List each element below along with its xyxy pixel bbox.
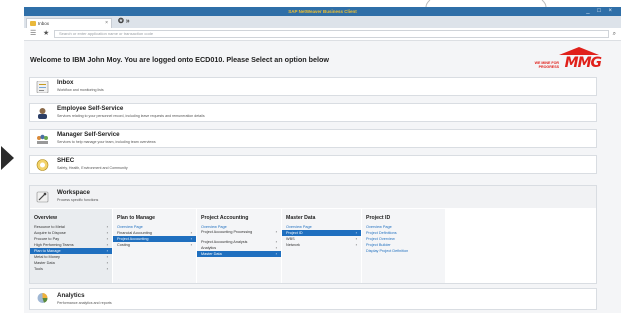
menu-item[interactable]: Network › — [282, 242, 361, 248]
workspace-tools-icon — [36, 191, 49, 203]
employee-icon — [38, 108, 47, 119]
workspace-panel: Workspace Process specific functions Ove… — [29, 185, 597, 284]
pointer-arrow — [1, 146, 14, 170]
tab-label: Inbox — [38, 21, 50, 26]
column-list: Resource to Metal › Acquire to Dispose › Pro… — [30, 224, 112, 272]
chevron-right-icon: › — [190, 242, 192, 247]
column-header: Project ID — [366, 215, 391, 221]
menu-item-label: Tools — [34, 267, 43, 271]
menu-item-label: Master Data — [201, 252, 222, 256]
chevron-right-icon: › — [106, 266, 108, 271]
chevron-right-icon: › — [275, 251, 277, 256]
toolbar: ☰ ★ Search or enter application name or … — [24, 28, 621, 41]
card-title: SHEC — [57, 157, 75, 164]
workspace-subtitle: Process specific functions — [57, 198, 99, 202]
mss-card[interactable]: Manager Self-Service Services to help ma… — [29, 129, 597, 148]
window-controls[interactable]: _ □ × — [586, 7, 615, 16]
column-overview: Overview Resource to Metal › Acquire to Di… — [30, 209, 112, 283]
tab-nav-controls[interactable]: ✪ » — [118, 17, 130, 27]
column-project-id: Project ID Overview Page Project Definiti… — [362, 209, 445, 283]
window-title: SAP NetWeaver Business Client — [288, 9, 357, 14]
menu-item-label: WBS — [286, 237, 295, 241]
menu-item-label: Overview Page — [117, 225, 143, 229]
close-tab-icon[interactable]: × — [105, 19, 108, 28]
inbox-card[interactable]: Inbox Workflow and monitoring lists — [29, 77, 597, 96]
menu-icon[interactable]: ☰ — [30, 28, 36, 40]
logo-brand: MMG — [564, 55, 602, 71]
title-bar: SAP NetWeaver Business Client _ □ × — [24, 7, 621, 16]
menu-item[interactable]: Costing › — [113, 242, 196, 248]
menu-item-label: Metal to Money — [34, 255, 60, 259]
menu-item-label: Plan to Manage — [34, 249, 61, 253]
menu-item-label: Overview Page — [366, 225, 392, 229]
menu-item-label: Overview Page — [201, 225, 227, 229]
card-title: Employee Self-Service — [57, 105, 124, 112]
menu-item-label: Project Builder — [366, 243, 391, 247]
menu-item-label: Overview Page — [286, 225, 312, 229]
card-subtitle: Workflow and monitoring lists — [57, 88, 104, 92]
menu-item-label: Project Accounting — [117, 237, 149, 241]
card-title: Analytics — [57, 292, 85, 299]
card-title: Manager Self-Service — [57, 131, 120, 138]
company-logo: WE MINE FOR PROGRESS MMG — [533, 45, 602, 71]
column-list: Overview Page Project Definitions Project … — [362, 224, 445, 254]
analytics-icon — [37, 293, 48, 303]
menu-item-label: High Performing Teams — [34, 243, 74, 247]
logo-tagline: WE MINE FOR PROGRESS — [534, 61, 559, 69]
chevron-right-icon: › — [355, 242, 357, 247]
search-input[interactable]: Search or enter application name or tran… — [54, 30, 609, 38]
menu-item[interactable]: Tools › — [30, 266, 112, 272]
menu-item-label: Financial Accounting — [117, 231, 152, 235]
card-subtitle: Services to help manage your team, inclu… — [57, 140, 156, 144]
column-header: Project Accounting — [201, 215, 249, 221]
column-plan-to-manage: Plan to Manage Overview Page Financial Ac… — [113, 209, 196, 283]
ess-card[interactable]: Employee Self-Service Services relating … — [29, 103, 597, 122]
logo-roof-icon — [559, 47, 599, 55]
app-window: SAP NetWeaver Business Client _ □ × Inbo… — [24, 7, 621, 313]
menu-item-label: Resource to Metal — [34, 225, 65, 229]
team-icon — [37, 134, 48, 144]
column-list: Overview Page Financial Accounting › Projec… — [113, 224, 196, 248]
card-title: Inbox — [57, 79, 74, 86]
card-subtitle: Performance analytics and reports — [57, 301, 112, 305]
menu-item[interactable]: Project Accounting Processing › — [197, 229, 281, 239]
search-icon[interactable]: ⌕ — [613, 28, 616, 40]
menu-item-label: Network — [286, 243, 300, 247]
column-list: Overview Page Project ID › WBS › Network › — [282, 224, 361, 248]
inbox-icon — [36, 81, 49, 93]
menu-item-label: Procure to Pay — [34, 237, 60, 241]
column-list: Overview Page Project Accounting Processi… — [197, 224, 281, 257]
analytics-card[interactable]: Analytics Performance analytics and repo… — [29, 288, 597, 310]
menu-item-label: Master Data — [34, 261, 55, 265]
workspace-header[interactable]: Workspace Process specific functions — [30, 186, 596, 208]
tab-inbox[interactable]: Inbox × — [26, 18, 112, 28]
menu-item-label: Acquire to Dispose — [34, 231, 66, 235]
folder-icon — [30, 21, 36, 26]
shec-card[interactable]: SHEC Safety, Health, Environment and Com… — [29, 155, 597, 174]
card-subtitle: Services relating to your personnel reco… — [57, 114, 205, 118]
column-header: Plan to Manage — [117, 215, 156, 221]
favorites-star-icon[interactable]: ★ — [43, 28, 49, 40]
menu-item[interactable]: Master Data › — [197, 251, 281, 257]
workspace-title: Workspace — [57, 189, 90, 196]
tab-row: Inbox × ✪ » — [24, 16, 621, 28]
menu-item[interactable]: Display Project Definition — [362, 248, 445, 254]
menu-item-label: Project Definitions — [366, 231, 397, 235]
column-project-accounting: Project Accounting Overview Page Project … — [197, 209, 281, 283]
safety-icon — [36, 159, 49, 171]
menu-item-label: Project ID — [286, 231, 303, 235]
chevron-right-icon: › — [275, 229, 277, 234]
column-master-data: Master Data Overview Page Project ID › WBS ›… — [282, 209, 361, 283]
menu-item-label: Analytics — [201, 246, 217, 250]
welcome-message: Welcome to IBM John Moy. You are logged … — [30, 55, 329, 64]
menu-item-label: Display Project Definition — [366, 249, 409, 253]
menu-item-label: Costing — [117, 243, 130, 247]
menu-item-label: Project Accounting Processing — [201, 230, 253, 234]
column-header: Overview — [34, 215, 58, 221]
column-header: Master Data — [286, 215, 316, 221]
menu-item-label: Project Accounting Analysis — [201, 240, 248, 244]
menu-item-label: Project Overview — [366, 237, 395, 241]
card-subtitle: Safety, Health, Environment and Communit… — [57, 166, 128, 170]
